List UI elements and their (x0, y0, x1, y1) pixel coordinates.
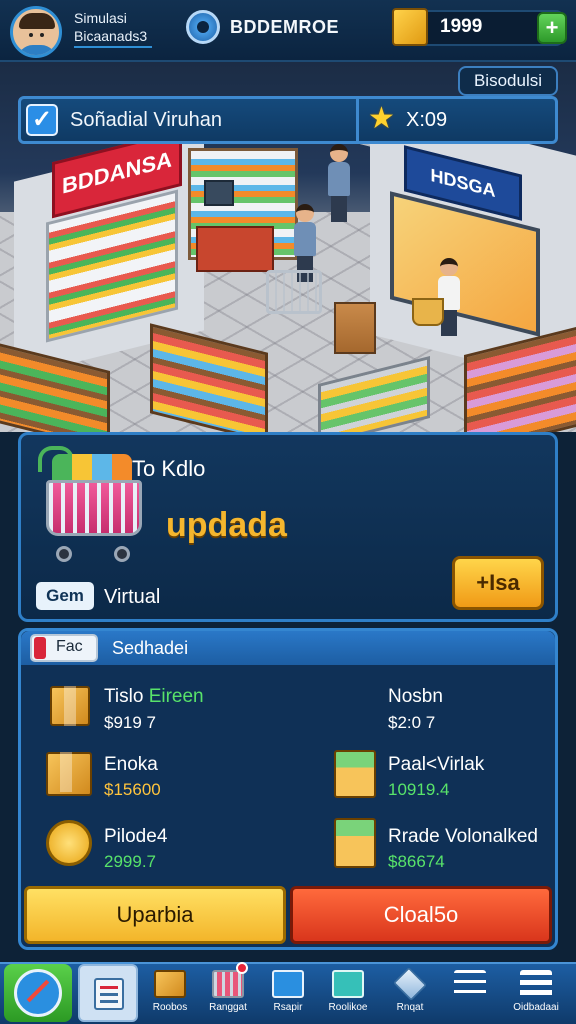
market-crate-icon (334, 818, 376, 868)
close-button[interactable]: Cloal5o (290, 886, 552, 944)
panel-tag-marker-icon (34, 637, 46, 659)
info-label: Soñadial Viruhan (70, 109, 222, 131)
nav-item-settings[interactable] (440, 966, 500, 1022)
gold-cube-icon (392, 8, 428, 46)
currency-value: 1999 (440, 16, 483, 37)
player-underline (74, 46, 152, 48)
stock-item-name[interactable]: Tislo Eireen (104, 686, 204, 708)
checkbox-icon[interactable]: ✓ (26, 104, 58, 136)
cart-icon (212, 970, 244, 998)
checkout-counter[interactable] (196, 226, 274, 272)
notification-dot (236, 962, 248, 974)
cash-register-icon[interactable] (204, 180, 234, 206)
star-icon: ★ (368, 102, 395, 135)
stacked-boxes[interactable] (334, 302, 376, 354)
nav-item-boxes[interactable]: Roobos (140, 966, 200, 1022)
shopper-figure[interactable] (438, 258, 460, 336)
gem-tag[interactable]: Gem (36, 582, 94, 610)
player-subtitle: Bicaanads3 (74, 28, 148, 44)
nav-label: Rnqat (396, 1002, 424, 1013)
nav-item-documents[interactable] (78, 964, 138, 1022)
nav-item-phone[interactable]: Rsapir (258, 966, 318, 1022)
stock-item-name[interactable]: Paal<Virlak (388, 754, 484, 776)
buy-upgrade-button[interactable]: +Isa (452, 556, 544, 610)
stock-item-name[interactable]: Enoka (104, 754, 158, 776)
compass-icon[interactable] (4, 964, 72, 1022)
shopping-cart-icon[interactable] (266, 270, 322, 314)
stock-item-value: 2999.7 (104, 852, 156, 871)
player-avatar[interactable] (10, 6, 62, 58)
upgrade-card-title: To Kdlo (132, 456, 206, 481)
stock-item-name[interactable]: Pilode4 (104, 826, 167, 848)
nav-item-gem[interactable]: Rnqat (380, 966, 440, 1022)
panel-title: Sedhadei (112, 638, 189, 658)
nav-label: Oidbadaai (513, 1002, 559, 1013)
nav-label: Ranggat (209, 1002, 247, 1013)
player-name: Simulasi (74, 10, 127, 26)
nav-label: Roolikoe (328, 1002, 368, 1013)
nav-label: Roobos (152, 1002, 188, 1013)
stock-item-value: $919 7 (104, 713, 156, 732)
add-currency-button[interactable]: + (537, 12, 567, 44)
info-divider (356, 98, 359, 142)
phone-icon (272, 970, 304, 998)
screen-icon (332, 970, 364, 998)
stock-item-value: $2:0 7 (388, 713, 436, 732)
document-icon (94, 978, 124, 1010)
nav-item-cart[interactable]: Ranggat (198, 966, 258, 1022)
gem-icon (393, 967, 427, 1001)
store-name: BDDEMROE (230, 17, 340, 37)
stock-item-value: $86674 (388, 852, 445, 871)
shopping-basket-icon[interactable] (412, 298, 444, 326)
stock-panel-header (21, 631, 555, 665)
list-icon (520, 970, 552, 998)
box-icon (154, 970, 186, 998)
update-button[interactable]: Uparbia (24, 886, 286, 944)
nav-label: Rsapir (273, 1002, 303, 1013)
stock-item-name[interactable]: Nosbn (388, 686, 443, 708)
corner-tab[interactable]: Bisodulsi (458, 66, 558, 96)
stock-item-value: $15600 (104, 780, 161, 799)
crate-icon (50, 686, 90, 726)
stock-item-name[interactable]: Rrade Volonalked (388, 826, 538, 848)
upgrade-headline: updada (166, 506, 287, 544)
crate-icon (46, 752, 92, 796)
nav-item-screen[interactable]: Roolikoe (318, 966, 378, 1022)
store-badge-icon[interactable] (186, 10, 220, 44)
shopper-figure[interactable] (328, 144, 350, 222)
stock-item-value: 10919.4 (388, 780, 450, 799)
sliders-icon (454, 970, 486, 998)
nav-item-list[interactable]: Oidbadaai (506, 966, 566, 1022)
coin-icon (46, 820, 92, 866)
panel-tag-text: Fac (56, 638, 83, 655)
star-value: X:09 (406, 109, 448, 131)
gem-label: Virtual (104, 586, 161, 608)
market-crate-icon (334, 750, 376, 798)
